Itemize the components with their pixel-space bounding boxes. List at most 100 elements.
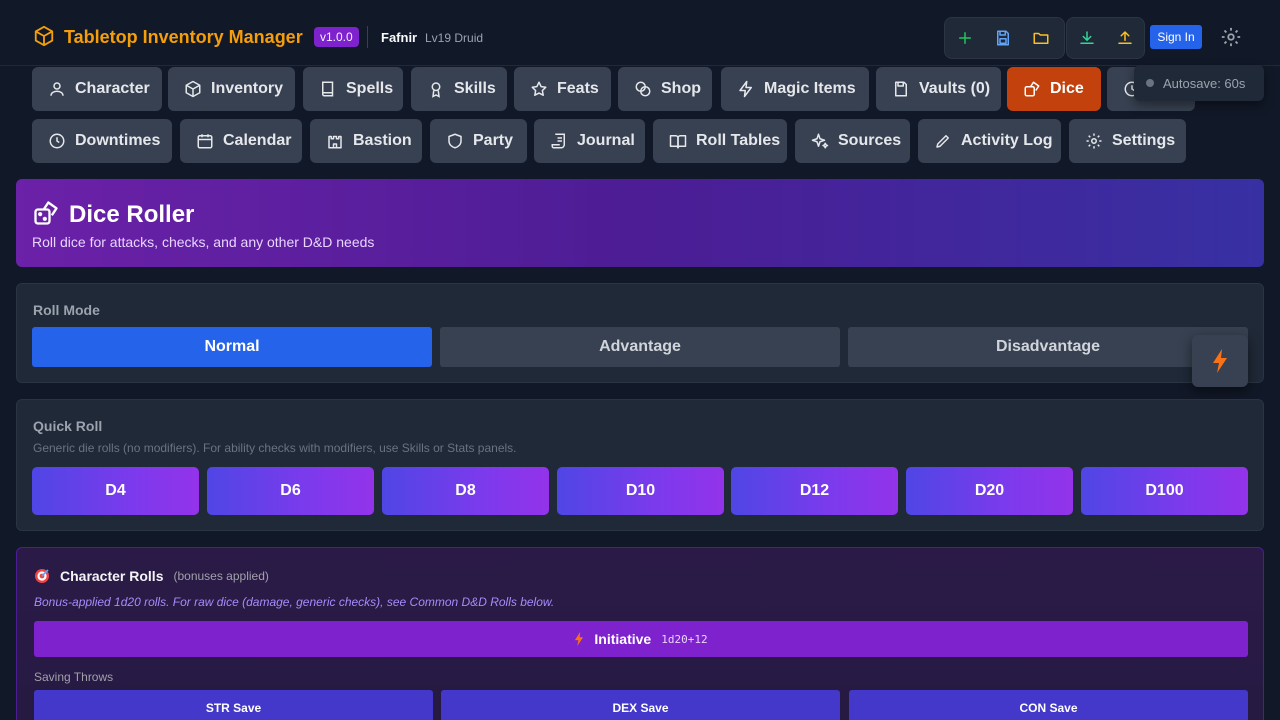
quick-roll-note: Generic die rolls (no modifiers). For ab… (33, 441, 517, 455)
award-icon (431, 82, 441, 98)
tab-label: Character (75, 80, 150, 97)
new-character-button[interactable] (953, 26, 977, 50)
quick-roll-panel: Quick Roll Generic die rolls (no modifie… (16, 399, 1264, 531)
roll-d8-button[interactable]: D8 (382, 467, 549, 515)
save-button[interactable] (991, 26, 1015, 50)
roll-mode-panel: Roll Mode Normal Advantage Disadvantage (16, 283, 1264, 383)
tab-journal[interactable]: Journal (534, 119, 645, 163)
roll-d10-button[interactable]: D10 (557, 467, 724, 515)
tab-label: Skills (454, 80, 496, 97)
user-icon (50, 82, 64, 96)
quick-roll-label: Quick Roll (33, 418, 103, 434)
page-title: Dice Roller (69, 201, 195, 228)
app-header: Tabletop Inventory Manager v1.0.0 Fafnir… (0, 0, 1280, 66)
tab-label: Settings (1112, 132, 1176, 149)
transfer-actions-group (1066, 17, 1145, 59)
character-name: Fafnir (381, 30, 418, 45)
character-rolls-note: Bonus-applied 1d20 rolls. For raw dice (… (34, 595, 555, 609)
plus-icon (959, 32, 971, 44)
tab-label: Spells (346, 80, 394, 97)
roll-d4-button[interactable]: D4 (32, 467, 199, 515)
pencil-icon (936, 135, 949, 148)
con-save-button[interactable]: CON Save (849, 690, 1248, 720)
status-dot (1146, 79, 1154, 87)
scroll-icon (551, 133, 565, 149)
roll-mode-disadvantage-button[interactable]: Disadvantage (848, 327, 1248, 367)
character-rolls-title: Character Rolls (60, 568, 164, 584)
initiative-label: Initiative (594, 631, 652, 647)
tab-label: Journal (577, 132, 635, 149)
gear-icon[interactable] (1220, 26, 1242, 48)
tab-bastion[interactable]: Bastion (310, 119, 422, 163)
dice-icon (34, 201, 58, 225)
roll-mode-label: Roll Mode (33, 302, 100, 318)
initiative-formula: 1d20+12 (661, 632, 708, 646)
tab-party[interactable]: Party (430, 119, 527, 163)
tab-settings[interactable]: Settings (1069, 119, 1186, 163)
bolt-icon (575, 632, 584, 646)
shield-icon (448, 133, 462, 149)
tab-shop[interactable]: Shop (618, 67, 712, 111)
tab-vaults[interactable]: Vaults (0) (876, 67, 1001, 111)
dice-roller-banner: Dice Roller Roll dice for attacks, check… (16, 179, 1264, 267)
tab-label: Magic Items (764, 80, 856, 97)
character-class: Lv19 Druid (425, 31, 484, 45)
tab-magic-items[interactable]: Magic Items (721, 67, 869, 111)
header-divider (367, 26, 368, 48)
calendar-icon (197, 134, 213, 149)
roll-d6-button[interactable]: D6 (207, 467, 374, 515)
tab-calendar[interactable]: Calendar (180, 119, 302, 163)
roll-mode-normal-button[interactable]: Normal (32, 327, 432, 367)
sign-in-button[interactable]: Sign In (1150, 25, 1202, 49)
tab-spells[interactable]: Spells (303, 67, 403, 111)
quick-action-button[interactable] (1192, 335, 1248, 387)
tab-skills[interactable]: Skills (411, 67, 507, 111)
cube-logo-icon (34, 25, 54, 47)
tab-feats[interactable]: Feats (514, 67, 611, 111)
tab-activity-log[interactable]: Activity Log (918, 119, 1061, 163)
tab-downtimes[interactable]: Downtimes (32, 119, 172, 163)
open-button[interactable] (1029, 26, 1053, 50)
tab-label: Inventory (211, 80, 284, 97)
tab-label: Vaults (0) (919, 80, 991, 97)
tab-roll-tables[interactable]: Roll Tables (653, 119, 787, 163)
folder-icon (1033, 32, 1049, 44)
file-actions-group (944, 17, 1065, 59)
tab-label: Activity Log (961, 132, 1053, 149)
sparkles-icon (811, 133, 829, 149)
tab-label: Calendar (223, 132, 292, 149)
tab-inventory[interactable]: Inventory (168, 67, 295, 111)
upload-icon (1118, 31, 1132, 44)
download-icon (1080, 31, 1094, 44)
tab-label: Bastion (353, 132, 412, 149)
package-icon (185, 80, 201, 98)
export-button[interactable] (1113, 26, 1137, 50)
tab-label: Feats (557, 80, 599, 97)
tab-character[interactable]: Character (32, 67, 162, 111)
str-save-button[interactable]: STR Save (34, 690, 433, 720)
clock-icon (49, 133, 65, 149)
tab-label: Downtimes (75, 132, 161, 149)
tab-label: Party (473, 132, 514, 149)
roll-d100-button[interactable]: D100 (1081, 467, 1248, 515)
roll-mode-advantage-button[interactable]: Advantage (440, 327, 840, 367)
autosave-indicator: Autosave: 60s (1134, 65, 1264, 101)
roll-d20-button[interactable]: D20 (906, 467, 1073, 515)
tab-label: Sources (838, 132, 902, 149)
version-badge: v1.0.0 (314, 27, 359, 47)
bolt-icon (1213, 349, 1227, 373)
dice-icon (1024, 81, 1040, 97)
tab-sources[interactable]: Sources (795, 119, 910, 163)
autosave-label: Autosave: 60s (1163, 75, 1246, 91)
initiative-roll-button[interactable]: Initiative 1d20+12 (34, 621, 1248, 657)
roll-d12-button[interactable]: D12 (731, 467, 898, 515)
page-subtitle: Roll dice for attacks, checks, and any o… (32, 234, 375, 250)
import-button[interactable] (1075, 26, 1099, 50)
tab-dice[interactable]: Dice (1007, 67, 1101, 111)
saving-throws-label: Saving Throws (34, 670, 114, 684)
character-rolls-header: Character Rolls (bonuses applied) (34, 568, 269, 584)
castle-icon (328, 135, 342, 149)
dex-save-button[interactable]: DEX Save (441, 690, 840, 720)
star-icon (531, 81, 547, 96)
vault-icon (895, 81, 907, 97)
